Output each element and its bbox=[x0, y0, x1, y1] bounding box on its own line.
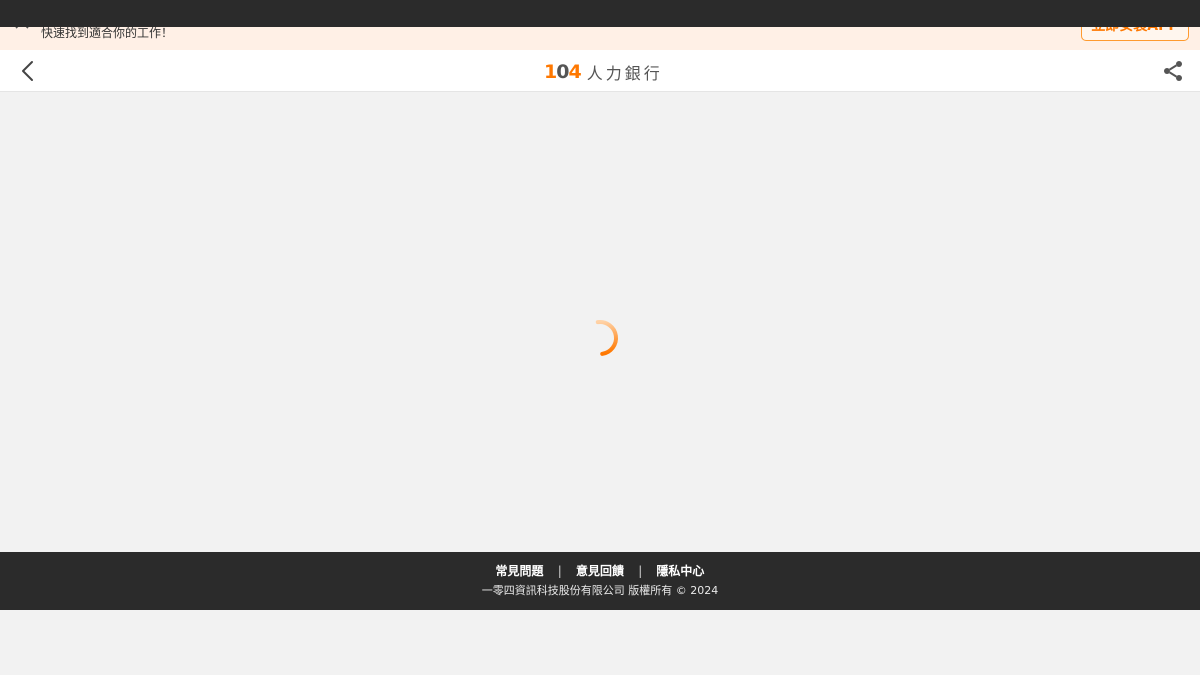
footer-separator: | bbox=[638, 564, 643, 578]
site-header: 1 0 4 人力銀行 bbox=[0, 50, 1200, 92]
loading-spinner-icon bbox=[580, 317, 620, 361]
footer-link-faq[interactable]: 常見問題 bbox=[486, 564, 554, 578]
copyright-text: 一零四資訊科技股份有限公司 版權所有 © 2024 bbox=[481, 584, 719, 597]
share-icon[interactable] bbox=[1161, 59, 1185, 83]
site-footer: 常見問題 | 意見回饋 | 隱私中心 一零四資訊科技股份有限公司 版權所有 © … bbox=[0, 552, 1200, 610]
logo-digit-0: 0 bbox=[556, 61, 569, 83]
logo-name: 人力銀行 bbox=[586, 64, 663, 83]
logo-digit-4: 4 bbox=[568, 61, 581, 83]
footer-separator: | bbox=[557, 564, 562, 578]
logo-104[interactable]: 1 0 4 人力銀行 bbox=[544, 59, 663, 85]
footer-link-privacy[interactable]: 隱私中心 bbox=[646, 564, 714, 578]
footer-link-feedback[interactable]: 意見回饋 bbox=[566, 564, 634, 578]
promo-message: 快速找到適合你的工作！ bbox=[41, 26, 174, 40]
chevron-left-icon[interactable] bbox=[18, 59, 38, 83]
browser-top-bar bbox=[0, 0, 1200, 27]
footer-links: 常見問題 | 意見回饋 | 隱私中心 bbox=[0, 563, 1200, 579]
logo-digit-1: 1 bbox=[544, 61, 557, 83]
